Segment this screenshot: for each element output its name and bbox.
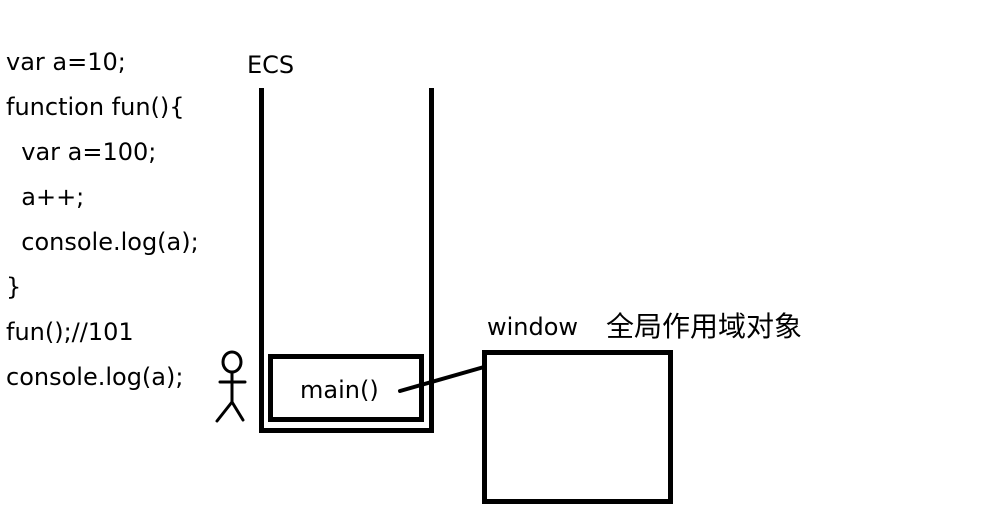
code-line: var a=10; bbox=[6, 48, 126, 76]
code-line: } bbox=[6, 273, 22, 301]
global-scope-label: 全局作用域对象 bbox=[606, 310, 803, 343]
window-object-box bbox=[482, 350, 673, 504]
code-line: console.log(a); bbox=[6, 228, 199, 256]
ecs-stack-bottom-wall bbox=[259, 428, 434, 433]
code-line: var a=100; bbox=[6, 138, 157, 166]
person-icon bbox=[215, 350, 247, 423]
code-line: console.log(a); bbox=[6, 363, 184, 391]
window-label: window bbox=[487, 313, 579, 341]
code-line: fun();//101 bbox=[6, 318, 134, 346]
ecs-stack-left-wall bbox=[259, 88, 264, 433]
code-line: a++; bbox=[6, 183, 85, 211]
main-frame-label: main() bbox=[300, 376, 379, 404]
code-line: function fun(){ bbox=[6, 93, 185, 121]
code-listing: var a=10; function fun(){ var a=100; a++… bbox=[6, 40, 199, 400]
ecs-stack-right-wall bbox=[429, 88, 434, 433]
ecs-stack-label: ECS bbox=[247, 51, 295, 79]
